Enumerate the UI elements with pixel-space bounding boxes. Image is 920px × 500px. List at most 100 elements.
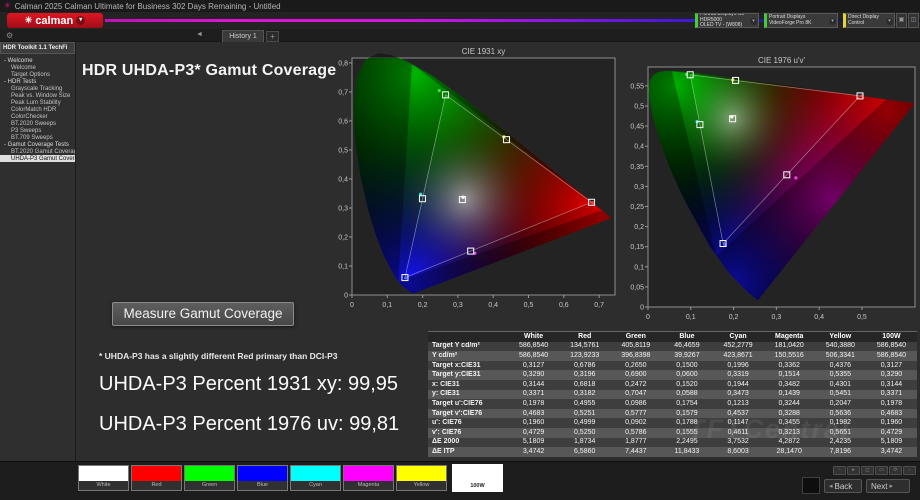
sidebar-item-peak-vs-window-size[interactable]: Peak vs. Window Size [0, 92, 75, 99]
sidebar-item-bt-2020-sweeps[interactable]: BT.2020 Sweeps [0, 120, 75, 127]
mini-toolbar-button-2[interactable]: ▸ [847, 466, 860, 475]
layout-icon-button[interactable]: ◫ [908, 13, 919, 28]
pattern-swatch-red[interactable]: Red [131, 465, 182, 491]
table-cell: 0,2472 [610, 380, 661, 390]
sidebar-item-bt-2020-gamut-coverage[interactable]: BT.2020 Gamut Coverage [0, 148, 75, 155]
back-arrow-icon: ◂ [829, 482, 833, 490]
table-cell: 0,1944 [713, 380, 764, 390]
table-row-label: Target y:CIE31 [428, 370, 508, 380]
y-tick-label: 0,15 [630, 244, 644, 251]
sidebar-item-target-options[interactable]: Target Options [0, 71, 75, 78]
mini-toolbar-button-1[interactable]: ▫ [833, 466, 846, 475]
mini-toolbar-button-6[interactable]: ◦ [903, 466, 916, 475]
mini-toolbar-button-4[interactable]: ▭ [875, 466, 888, 475]
x-tick-label: 0,3 [771, 314, 781, 321]
measure-gamut-coverage-button[interactable]: Measure Gamut Coverage [112, 302, 294, 326]
pattern-swatch-green[interactable]: Green [184, 465, 235, 491]
sidebar-section[interactable]: - Gamut Coverage Tests [0, 141, 75, 148]
table-cell: 5,1809 [866, 438, 917, 448]
bottom-controls: ▫ ▸ ◻ ▭ ⟳ ◦ ◂ Back Next ▸ [802, 464, 916, 498]
table-row-label: Target Y cd/m² [428, 342, 508, 352]
measured-point-red [591, 201, 594, 204]
calman-logo-text: calman [35, 15, 73, 27]
pattern-swatch-cyan[interactable]: Cyan [290, 465, 341, 491]
pattern-preview-button[interactable] [802, 477, 820, 494]
table-cell: 150,5516 [764, 351, 815, 361]
sidebar-item-peak-lum-stability[interactable]: Peak Lum Stability [0, 99, 75, 106]
table-cell: 6,5860 [559, 447, 610, 457]
sidebar-item-uhda-p3-gamut-coverage[interactable]: UHDA-P3 Gamut Coverage [0, 155, 75, 162]
table-cell: 540,3880 [815, 342, 866, 352]
table-cell: 0,3362 [764, 361, 815, 371]
device-dropdown-icon[interactable]: ▾ [829, 18, 836, 25]
measured-point-green [438, 89, 441, 92]
table-cell: 0,7047 [610, 390, 661, 400]
table-cell: 0,4376 [815, 361, 866, 371]
screenshot-icon-button[interactable]: ▣ [896, 13, 907, 28]
sidebar-item-grayscale-tracking[interactable]: Grayscale Tracking [0, 85, 75, 92]
table-cell: 5,1809 [508, 438, 559, 448]
back-button[interactable]: ◂ Back [824, 479, 862, 493]
y-tick-label: 0,4 [338, 176, 348, 183]
device-button-1[interactable]: Portrait Displays C6 HDR5000OLED TV - (W… [695, 13, 759, 28]
sidebar-item-welcome[interactable]: Welcome [0, 64, 75, 71]
table-cell: 0,1978 [508, 399, 559, 409]
table-cell: 11,8433 [661, 447, 712, 457]
sidebar-item-colormatch-hdr[interactable]: ColorMatch HDR [0, 106, 75, 113]
pattern-swatch-blue[interactable]: Blue [237, 465, 288, 491]
table-column-header: Blue [661, 332, 712, 342]
table-cell: 0,1978 [866, 399, 917, 409]
table-cell: 0,1213 [713, 399, 764, 409]
x-tick-label: 0,2 [418, 302, 428, 309]
y-tick-label: 0 [344, 293, 348, 300]
next-button[interactable]: Next ▸ [866, 479, 910, 493]
device-button-2[interactable]: Portrait Displays VideoForge Pro 8K▾ [764, 13, 838, 28]
tab-history-1[interactable]: History 1 [222, 30, 264, 42]
table-column-header: Yellow [815, 332, 866, 342]
uhda-p3-footnote: * UHDA-P3 has a slightly different Red p… [99, 351, 338, 361]
x-tick-label: 0 [646, 314, 650, 321]
logo-dropdown-icon[interactable]: ▾ [76, 16, 85, 25]
mini-toolbar-button-3[interactable]: ◻ [861, 466, 874, 475]
table-cell: 0,5777 [610, 409, 661, 419]
sidebar-section[interactable]: - HDR Tests [0, 78, 75, 85]
pattern-swatch-yellow[interactable]: Yellow [396, 465, 447, 491]
table-cell: 586,8540 [508, 342, 559, 352]
swatch-label: Yellow [397, 481, 446, 490]
swatch-label: 100W [453, 482, 502, 491]
header-bar: ✳ calman ▾ Portrait Displays C6 HDR5000O… [0, 12, 920, 29]
sidebar-item-colorchecker[interactable]: ColorChecker [0, 113, 75, 120]
table-cell: 0,3213 [764, 428, 815, 438]
device-buttons: Portrait Displays C6 HDR5000OLED TV - (W… [695, 13, 895, 28]
swatch-label: Red [132, 481, 181, 490]
x-tick-label: 0 [350, 302, 354, 309]
mini-toolbar-button-5[interactable]: ⟳ [889, 466, 902, 475]
tab-nav-back-icon[interactable]: ◄ [196, 31, 203, 38]
device-dropdown-icon[interactable]: ▾ [886, 18, 893, 25]
pattern-swatch-white[interactable]: White [78, 465, 129, 491]
swatch-color-block [453, 465, 502, 482]
table-cell: 0,3244 [764, 399, 815, 409]
table-cell: 0,1960 [866, 418, 917, 428]
x-tick-label: 0,1 [686, 314, 696, 321]
table-row-label: Y cd/m² [428, 351, 508, 361]
sidebar-item-bt-709-sweeps[interactable]: BT.709 Sweeps [0, 134, 75, 141]
table-cell: 0,4729 [866, 428, 917, 438]
sidebar-item-p3-sweeps[interactable]: P3 Sweeps [0, 127, 75, 134]
calman-logo-button[interactable]: ✳ calman ▾ [7, 13, 103, 28]
pattern-swatch-100w[interactable]: 100W [452, 464, 503, 492]
table-column-header: Cyan [713, 332, 764, 342]
sidebar-section[interactable]: - Welcome [0, 57, 75, 64]
pattern-swatch-magenta[interactable]: Magenta [343, 465, 394, 491]
table-cell: 3,4742 [866, 447, 917, 457]
device-dropdown-icon[interactable]: ▾ [750, 18, 757, 25]
table-cell: 134,5761 [559, 342, 610, 352]
swatch-color-block [344, 466, 393, 481]
add-tab-button[interactable]: + [266, 31, 279, 42]
table-cell: 0,0902 [610, 418, 661, 428]
settings-gear-icon[interactable]: ⚙ [6, 31, 13, 40]
table-cell: 0,3127 [508, 361, 559, 371]
swatch-label: Blue [238, 481, 287, 490]
device-button-3[interactable]: Direct Display Control▾ [843, 13, 895, 28]
bottom-bar: WhiteRedGreenBlueCyanMagentaYellow 100W ▫… [0, 461, 920, 500]
